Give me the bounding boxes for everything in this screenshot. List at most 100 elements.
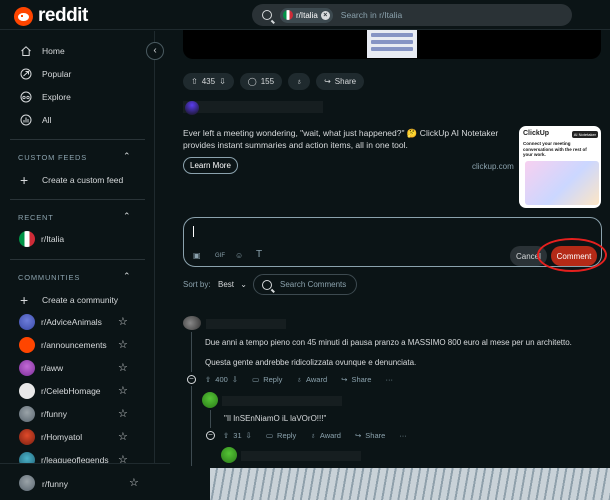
reply-icon: ▭ — [252, 375, 260, 384]
share-label: Share — [334, 77, 357, 86]
vote-count: 435 — [201, 77, 216, 86]
commenter-avatar[interactable] — [221, 447, 237, 463]
ad-thumb-brand: ClickUp — [523, 130, 550, 137]
share-button[interactable]: ↪ Share — [355, 431, 385, 440]
favorite-star-icon[interactable]: ☆ — [118, 315, 128, 328]
search-input[interactable] — [340, 10, 541, 20]
sidebar-item-label: Popular — [42, 69, 72, 79]
share-button[interactable]: ↪ Share — [316, 73, 365, 90]
thread-line[interactable] — [191, 386, 192, 466]
chevron-up-icon[interactable]: ⌃ — [123, 151, 131, 162]
community-label: r/AdviceAnimals — [41, 317, 102, 327]
commenter-avatar[interactable] — [183, 316, 201, 330]
subreddit-chip[interactable]: r/Italia × — [280, 7, 333, 23]
comment-image[interactable] — [210, 468, 610, 500]
downvote-icon[interactable]: ⇩ — [246, 431, 252, 440]
chevron-down-icon: ⌄ — [240, 280, 247, 289]
community-item[interactable]: r/Homyatol — [19, 429, 82, 445]
collapse-thread-icon[interactable]: − — [206, 431, 215, 440]
favorite-star-icon[interactable]: ☆ — [118, 384, 128, 397]
more-options-icon[interactable]: ··· — [399, 431, 407, 440]
reply-button[interactable]: ▭ Reply — [252, 375, 282, 384]
learn-more-button[interactable]: Learn More — [183, 157, 238, 174]
sidebar-item-italia[interactable]: r/Italia — [19, 231, 64, 247]
award-button[interactable]: ♁ Award — [296, 375, 327, 384]
create-custom-feed-label: Create a custom feed — [42, 175, 124, 185]
top-bar: reddit r/Italia × — [0, 0, 610, 30]
custom-feeds-heading[interactable]: CUSTOM FEEDS — [18, 153, 87, 162]
award-button[interactable]: ♁ Award — [310, 431, 341, 440]
share-label: Share — [365, 431, 386, 440]
ad-domain[interactable]: clickup.com — [472, 162, 514, 171]
sidebar-item-home[interactable]: Home — [20, 45, 65, 57]
upvote-icon[interactable]: ⇧ — [223, 431, 229, 440]
ad-thumbnail[interactable]: ClickUp AI Notetaker Connect your meetin… — [519, 126, 601, 208]
community-item[interactable]: r/CelebHomage — [19, 383, 101, 399]
community-item[interactable]: r/aww — [19, 360, 63, 376]
downvote-icon[interactable]: ⇩ — [232, 375, 238, 384]
reply-button[interactable]: ▭ Reply — [266, 431, 296, 440]
upvote-icon[interactable]: ⇧ — [191, 77, 198, 86]
search-bar[interactable]: r/Italia × — [252, 4, 572, 26]
downvote-icon[interactable]: ⇩ — [219, 77, 226, 86]
favorite-star-icon[interactable]: ☆ — [118, 361, 128, 374]
search-comments-input[interactable]: Search Comments — [253, 274, 357, 295]
formatting-icon[interactable]: T — [256, 249, 262, 260]
plus-icon: + — [20, 292, 29, 308]
communities-heading[interactable]: COMMUNITIES — [18, 273, 80, 282]
create-community-label: Create a community — [42, 295, 119, 305]
award-icon: ♁ — [296, 77, 303, 86]
more-options-icon[interactable]: ··· — [385, 375, 393, 384]
thread-line[interactable] — [210, 410, 211, 428]
community-item[interactable]: r/announcements — [19, 337, 107, 353]
community-avatar — [19, 429, 35, 445]
vote-buttons[interactable]: ⇧ 435 ⇩ — [183, 73, 234, 90]
ad-text[interactable]: Ever left a meeting wondering, "wait, wh… — [183, 127, 503, 151]
comment-text: Questa gente andrebbe ridicolizzata ovun… — [205, 358, 417, 367]
upvote-icon[interactable]: ⇧ — [205, 375, 211, 384]
emoji-icon[interactable]: ☺ — [235, 251, 243, 260]
italy-flag-icon — [283, 10, 293, 20]
chevron-up-icon[interactable]: ⌃ — [123, 271, 131, 282]
favorite-star-icon[interactable]: ☆ — [118, 338, 128, 351]
favorite-star-icon[interactable]: ☆ — [118, 430, 128, 443]
cancel-button[interactable]: Cancel — [510, 246, 547, 266]
image-icon[interactable]: ▣ — [193, 251, 201, 260]
favorite-star-icon[interactable]: ☆ — [129, 476, 139, 489]
favorite-star-icon[interactable]: ☆ — [118, 407, 128, 420]
remove-chip-icon[interactable]: × — [320, 10, 330, 20]
comment-icon: ◯ — [247, 77, 257, 86]
community-avatar — [19, 337, 35, 353]
create-community-button[interactable]: + Create a community — [20, 292, 119, 308]
chevron-up-icon[interactable]: ⌃ — [123, 211, 131, 222]
collapse-sidebar-button[interactable]: ‹ — [146, 42, 164, 60]
search-icon — [262, 10, 272, 20]
comment-submit-button[interactable]: Comment — [551, 246, 597, 266]
create-custom-feed-button[interactable]: + Create a custom feed — [20, 173, 124, 187]
post-image-inset — [367, 30, 417, 58]
gif-icon[interactable]: GIF — [215, 253, 225, 259]
ad-avatar[interactable] — [185, 101, 199, 115]
collapse-thread-icon[interactable]: − — [187, 375, 196, 384]
vote-buttons[interactable]: ⇧ 400 ⇩ — [205, 375, 238, 384]
post-action-bar: ⇧ 435 ⇩ ◯ 155 ♁ ↪ Share — [183, 73, 365, 90]
community-item[interactable]: r/AdviceAnimals — [19, 314, 102, 330]
reply-label: Reply — [277, 431, 297, 440]
community-item[interactable]: r/funny — [19, 406, 67, 422]
commenter-avatar[interactable] — [202, 392, 218, 408]
all-icon — [20, 114, 32, 126]
thread-line[interactable] — [191, 332, 192, 372]
sidebar-item-all[interactable]: All — [20, 114, 51, 126]
reddit-logo[interactable]: reddit — [14, 5, 88, 27]
share-button[interactable]: ↪ Share — [341, 375, 371, 384]
sidebar-item-explore[interactable]: Explore — [20, 91, 71, 103]
sidebar-item-popular[interactable]: Popular — [20, 68, 71, 80]
bottom-community-item[interactable]: r/funny ☆ — [0, 463, 170, 500]
sort-dropdown[interactable]: Best ⌄ — [218, 280, 247, 289]
vote-buttons[interactable]: ⇧ 31 ⇩ — [223, 431, 252, 440]
recent-heading[interactable]: RECENT — [18, 213, 54, 222]
comments-button[interactable]: ◯ 155 — [239, 73, 283, 90]
award-button[interactable]: ♁ — [288, 73, 311, 90]
comment-composer[interactable]: ▣ GIF ☺ T Cancel Comment — [183, 217, 602, 267]
community-label: r/funny — [42, 479, 68, 489]
